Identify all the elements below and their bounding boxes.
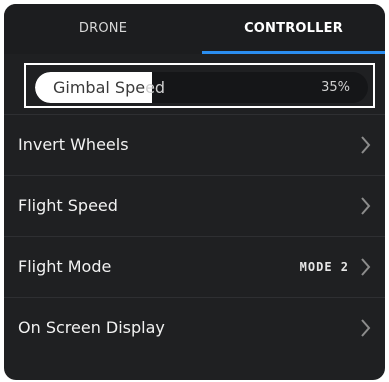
tab-drone[interactable]: DRONE — [4, 4, 202, 54]
controller-settings-panel: DRONE CONTROLLER Gimbal Speed 35% Invert… — [4, 4, 385, 380]
gimbal-speed-focus-frame: Gimbal Speed 35% — [24, 63, 375, 108]
gimbal-speed-slider[interactable]: Gimbal Speed 35% — [35, 72, 368, 103]
gimbal-speed-row: Gimbal Speed 35% — [4, 54, 385, 114]
chevron-right-icon — [361, 319, 371, 337]
gimbal-speed-label-on-fill: Gimbal Spe — [53, 78, 146, 97]
setting-row-flight-mode[interactable]: Flight Mode MODE 2 — [4, 236, 385, 297]
on-screen-display-label: On Screen Display — [18, 318, 165, 337]
tab-bar: DRONE CONTROLLER — [4, 4, 385, 54]
setting-row-flight-speed[interactable]: Flight Speed — [4, 175, 385, 236]
chevron-right-icon — [361, 258, 371, 276]
setting-row-on-screen-display[interactable]: On Screen Display — [4, 297, 385, 358]
invert-wheels-label: Invert Wheels — [18, 135, 129, 154]
gimbal-speed-value: 35% — [321, 80, 350, 95]
flight-speed-label: Flight Speed — [18, 196, 118, 215]
flight-mode-label: Flight Mode — [18, 257, 112, 276]
setting-row-invert-wheels[interactable]: Invert Wheels — [4, 114, 385, 175]
flight-mode-value: MODE 2 — [299, 260, 349, 274]
gimbal-speed-label: Gimbal Speed — [53, 72, 165, 103]
chevron-right-icon — [361, 197, 371, 215]
tab-controller[interactable]: CONTROLLER — [202, 4, 385, 54]
chevron-right-icon — [361, 136, 371, 154]
gimbal-speed-label-off-fill: ed — [145, 78, 166, 97]
